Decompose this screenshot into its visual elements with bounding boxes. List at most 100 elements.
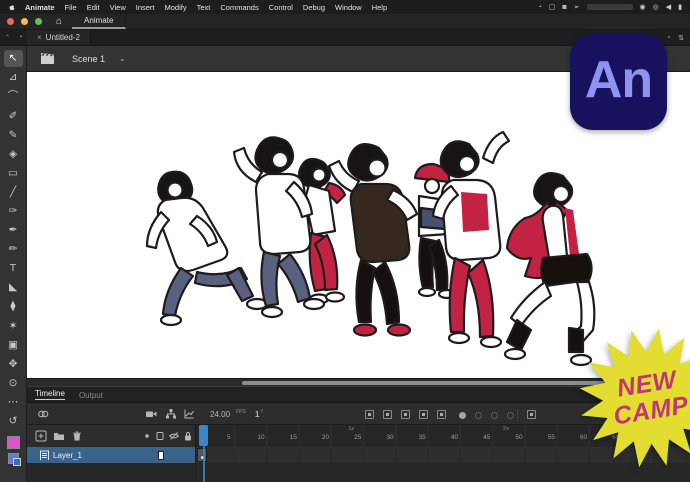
menubar-status-icon[interactable]: ◀ — [666, 3, 671, 11]
menu-window[interactable]: Window — [330, 3, 367, 12]
layer-outline-color-swatch[interactable] — [158, 451, 164, 460]
eraser-tool-icon: ◈ — [9, 149, 17, 160]
frame-rate-unit: FPS — [236, 409, 246, 415]
current-frame-unit: f — [261, 409, 263, 415]
close-window-button[interactable] — [7, 18, 14, 25]
graph-editor-icon[interactable] — [183, 408, 195, 420]
zoom-tool[interactable]: ⊙ — [4, 375, 23, 392]
classic-brush-tool[interactable]: ✎ — [4, 126, 23, 143]
more-tools[interactable]: ⋯ — [4, 394, 23, 411]
layer-camera-column-icon[interactable] — [154, 430, 166, 442]
new-folder-icon[interactable] — [53, 430, 65, 442]
timeline-column-divider — [195, 425, 196, 482]
paint-bucket-tool[interactable]: ◣ — [4, 279, 23, 296]
onion-range-icon[interactable] — [507, 412, 514, 419]
clapperboard-icon[interactable] — [41, 53, 54, 64]
minimize-window-button[interactable] — [21, 18, 28, 25]
menu-text[interactable]: Text — [192, 3, 216, 12]
menu-debug[interactable]: Debug — [298, 3, 330, 12]
lasso-tool[interactable]: ⌒ — [4, 88, 23, 105]
frame-rate-value[interactable]: 24.00 — [210, 410, 230, 419]
text-tool[interactable]: T — [4, 260, 23, 277]
show-all-dot-icon[interactable] — [141, 430, 153, 442]
layer-name[interactable]: Layer_1 — [53, 451, 82, 460]
ruler-number: 5 — [221, 434, 237, 441]
menu-commands[interactable]: Commands — [215, 3, 263, 12]
apple-menu-icon[interactable] — [8, 3, 16, 12]
menubar-status-icon[interactable]: ▢ — [549, 3, 556, 11]
loop-playback-icon[interactable] — [383, 410, 392, 419]
maximize-window-button[interactable] — [35, 18, 42, 25]
stroke-fill-swap-icon[interactable] — [8, 453, 19, 464]
onion-skin-icon[interactable] — [37, 408, 49, 420]
menu-file[interactable]: File — [60, 3, 82, 12]
menubar-status-icon[interactable]: ▮ — [678, 3, 682, 11]
onion-skin-outlines-icon[interactable] — [419, 410, 428, 419]
edit-multiple-frames-icon[interactable] — [437, 410, 446, 419]
fluid-brush-tool[interactable]: ✐ — [4, 107, 23, 124]
new-layer-icon[interactable] — [35, 430, 47, 442]
onion-range-icon[interactable] — [459, 412, 466, 419]
menubar-status-icon[interactable]: ◔ — [538, 4, 542, 11]
pen-tool[interactable]: ✒ — [4, 222, 23, 239]
tab-scroll-icon[interactable]: ⇅ — [678, 34, 684, 42]
menu-edit[interactable]: Edit — [82, 3, 105, 12]
panel-options-icon[interactable]: ▫ — [668, 34, 670, 42]
menu-view[interactable]: View — [105, 3, 131, 12]
center-frame-icon[interactable] — [365, 410, 374, 419]
camera-tool[interactable]: ▣ — [4, 336, 23, 353]
tab-timeline[interactable]: Timeline — [35, 389, 65, 400]
add-camera-icon[interactable] — [145, 408, 157, 420]
ruler-number: 10 — [253, 434, 269, 441]
ink-bottle-tool-icon: ⧫ — [10, 301, 15, 312]
advanced-layers-icon[interactable] — [165, 408, 177, 420]
hand-tool[interactable]: ✥ — [4, 356, 23, 373]
hide-layers-eye-slash-icon[interactable] — [168, 430, 180, 442]
close-document-icon[interactable]: × — [37, 33, 42, 42]
new-camp-starburst-badge: NEW CAMP — [574, 322, 690, 474]
onion-range-icon[interactable] — [491, 412, 498, 419]
tool-options-icon: ↺ — [9, 416, 18, 427]
selection-tool[interactable]: ↖ — [4, 50, 23, 67]
delete-layer-icon[interactable] — [71, 430, 83, 442]
current-frame-value[interactable]: 1 — [255, 410, 259, 419]
layer-row-header[interactable]: Layer_1 — [27, 447, 195, 463]
asset-warp-tool[interactable]: ✶ — [4, 317, 23, 334]
menu-control[interactable]: Control — [264, 3, 298, 12]
paint-bucket-tool-icon: ◣ — [9, 282, 17, 293]
panel-collapse-icons[interactable]: ⌃▪ — [0, 34, 27, 41]
document-tab[interactable]: × Untitled-2 — [27, 30, 91, 45]
menubar-status-icon[interactable]: ➢ — [574, 3, 580, 11]
tab-output[interactable]: Output — [79, 391, 103, 400]
paint-brush-tool[interactable]: ✑ — [4, 203, 23, 220]
chevron-down-icon[interactable]: ⌄ — [119, 54, 126, 63]
create-keyframe-icon[interactable] — [527, 410, 536, 419]
more-tools-icon: ⋯ — [8, 397, 19, 408]
menubar-status-icon[interactable]: ◉ — [640, 3, 646, 11]
menu-insert[interactable]: Insert — [131, 3, 160, 12]
text-tool-icon: T — [10, 263, 16, 274]
subselection-tool[interactable]: ⊿ — [4, 69, 23, 86]
app-tab-animate[interactable]: Animate — [72, 14, 126, 29]
fill-color-swatch[interactable] — [7, 436, 20, 449]
rectangle-tool[interactable]: ▭ — [4, 165, 23, 182]
tool-options[interactable]: ↺ — [4, 413, 23, 430]
pencil-tool[interactable]: ✏ — [4, 241, 23, 258]
menu-animate[interactable]: Animate — [20, 3, 60, 12]
menubar-status-icon[interactable]: ◎ — [653, 3, 659, 11]
lock-layers-icon[interactable] — [182, 430, 194, 442]
home-icon[interactable]: ⌂ — [56, 16, 62, 27]
ruler-number: 35 — [414, 434, 430, 441]
menubar-status-icon[interactable]: ◙ — [562, 4, 566, 11]
onion-skin-toggle-icon[interactable] — [401, 410, 410, 419]
playhead[interactable] — [199, 425, 208, 446]
scene-breadcrumb[interactable]: Scene 1 — [72, 54, 105, 64]
ruler-number: 20 — [318, 434, 334, 441]
menu-modify[interactable]: Modify — [160, 3, 192, 12]
onion-range-icon[interactable] — [475, 412, 482, 419]
eraser-tool[interactable]: ◈ — [4, 145, 23, 162]
window-titlebar: ⌂ Animate — [0, 14, 690, 30]
ink-bottle-tool[interactable]: ⧫ — [4, 298, 23, 315]
line-tool[interactable]: ╱ — [4, 184, 23, 201]
menu-help[interactable]: Help — [367, 3, 392, 12]
